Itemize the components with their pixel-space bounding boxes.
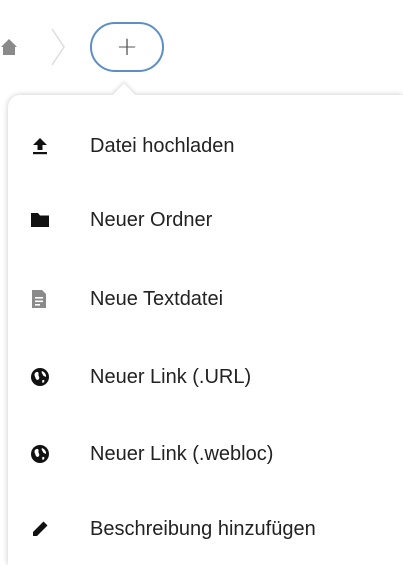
breadcrumb: + [0,0,403,92]
globe-icon [30,367,58,387]
globe-icon [30,444,58,464]
menu-item-label: Neuer Link (.URL) [90,365,252,388]
menu-item-label: Neuer Link (.webloc) [90,442,274,465]
add-new-button[interactable]: + [90,22,164,72]
pencil-icon [30,519,58,539]
home-icon[interactable] [0,38,18,56]
folder-icon [30,210,58,230]
menu-item-add-description[interactable]: Beschreibung hinzufügen [30,509,395,549]
menu-item-label: Beschreibung hinzufügen [90,517,316,540]
menu-item-new-folder[interactable]: Neuer Ordner [30,200,395,240]
menu-item-label: Neuer Ordner [90,208,213,231]
menu-item-new-link-url[interactable]: Neuer Link (.URL) [30,357,395,397]
plus-icon: + [116,32,138,62]
menu-item-label: Neue Textdatei [90,287,224,310]
text-file-icon [30,289,58,309]
menu-item-new-link-webloc[interactable]: Neuer Link (.webloc) [30,434,395,474]
menu-item-label: Datei hochladen [90,134,235,157]
breadcrumb-separator-icon [50,28,66,66]
upload-icon [30,136,58,156]
menu-item-upload-file[interactable]: Datei hochladen [30,126,395,166]
menu-item-new-text-file[interactable]: Neue Textdatei [30,279,395,319]
